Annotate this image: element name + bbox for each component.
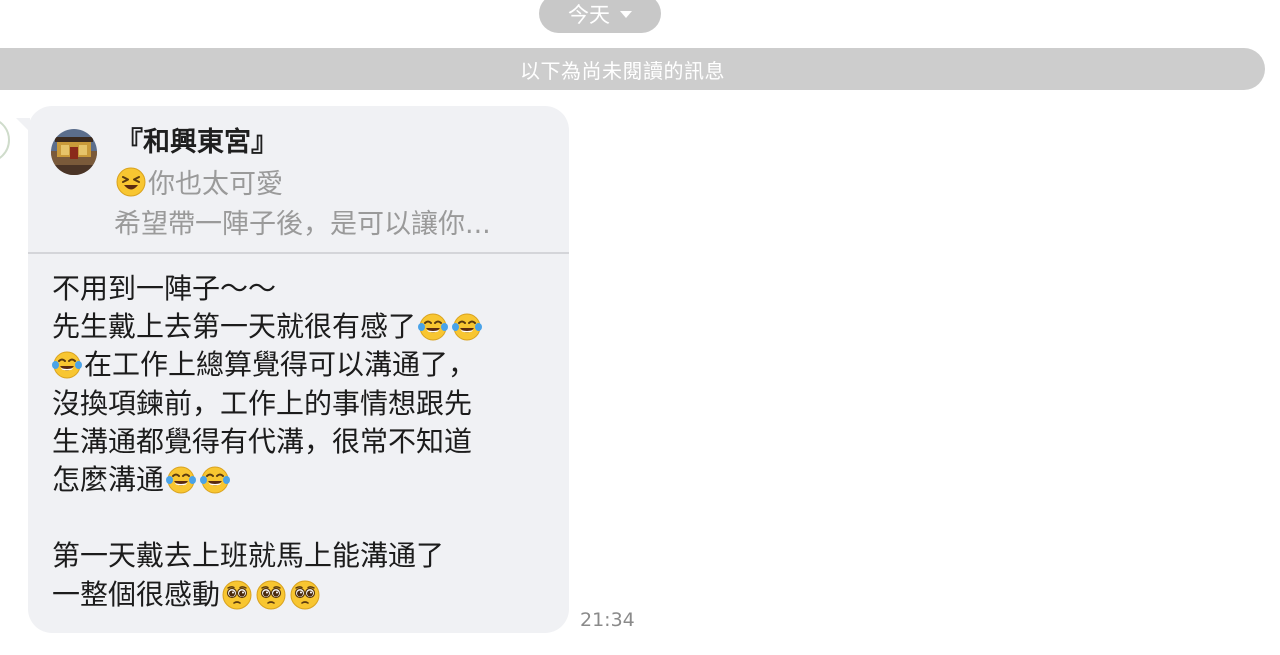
message-line-text: 一整個很感動 <box>52 577 221 611</box>
reply-preview-line1: 你也太可愛 <box>114 162 283 201</box>
unread-divider-label: 以下為尚未閱讀的訊息 <box>520 58 725 83</box>
message-line: 第一天戴去上班就馬上能溝通了 <box>52 537 552 575</box>
message-line: 不用到一陣子～～ <box>52 270 552 308</box>
message-line: 在工作上總算覺得可以溝通了， <box>52 346 552 384</box>
message-line: 怎麼溝通 <box>52 461 552 499</box>
message-line-text: 生溝通都覺得有代溝，很常不知道 <box>52 424 473 458</box>
message-timestamp: 21:34 <box>580 609 635 631</box>
unread-divider: 以下為尚未閱讀的訊息 <box>0 48 1265 90</box>
reply-avatar <box>51 129 97 175</box>
message-line-text: 沒換項鍊前，工作上的事情想跟先 <box>52 386 473 420</box>
message-line: 先生戴上去第一天就很有感了 <box>52 308 552 346</box>
face-with-tears-of-joy-emoji <box>452 312 483 342</box>
sender-avatar[interactable] <box>0 117 10 163</box>
reply-sender-name: 『和興東宮』 <box>116 127 278 158</box>
message-line-text: 第一天戴去上班就馬上能溝通了 <box>52 539 445 573</box>
face-with-tears-of-joy-emoji <box>166 465 197 495</box>
reply-quote[interactable]: 『和興東宮』 你也太可愛 希望帶一陣子後，是可以讓你... <box>28 106 569 254</box>
message-line-text: 不用到一陣子～～ <box>52 272 277 305</box>
message-bubble[interactable]: 『和興東宮』 你也太可愛 希望帶一陣子後，是可以讓你... 不用到一陣子～～ 先… <box>28 106 569 633</box>
message-text: 不用到一陣子～～ 先生戴上去第一天就很有感了 在工作上總算覺得可以溝通了， 沒換… <box>52 270 552 614</box>
reply-preview-line2: 希望帶一陣子後，是可以讓你... <box>114 209 491 240</box>
chat-view: 今天 以下為尚未閱讀的訊息 『和興東宮』 你也太可愛 希望帶一陣子後，是可以讓你… <box>0 0 1280 655</box>
date-selector[interactable]: 今天 <box>539 0 661 33</box>
pleading-face-emoji <box>290 579 320 610</box>
reply-preview-text1: 你也太可愛 <box>148 169 283 200</box>
pleading-face-emoji <box>256 579 286 610</box>
chevron-down-icon <box>620 11 632 18</box>
face-with-tears-of-joy-emoji <box>52 350 82 380</box>
message-line: 一整個很感動 <box>52 576 552 614</box>
message-line-text: 在工作上總算覺得可以溝通了， <box>84 348 477 382</box>
face-with-tears-of-joy-emoji <box>200 465 231 495</box>
message-line-text: 怎麼溝通 <box>52 462 165 496</box>
message-line-text: 先生戴上去第一天就很有感了 <box>52 310 417 344</box>
pleading-face-emoji <box>222 579 252 610</box>
date-label: 今天 <box>568 2 610 27</box>
message-line: 生溝通都覺得有代溝，很常不知道 <box>52 423 552 461</box>
message-line: 沒換項鍊前，工作上的事情想跟先 <box>52 385 552 423</box>
laughing-squint-emoji <box>116 167 146 197</box>
face-with-tears-of-joy-emoji <box>418 312 449 342</box>
